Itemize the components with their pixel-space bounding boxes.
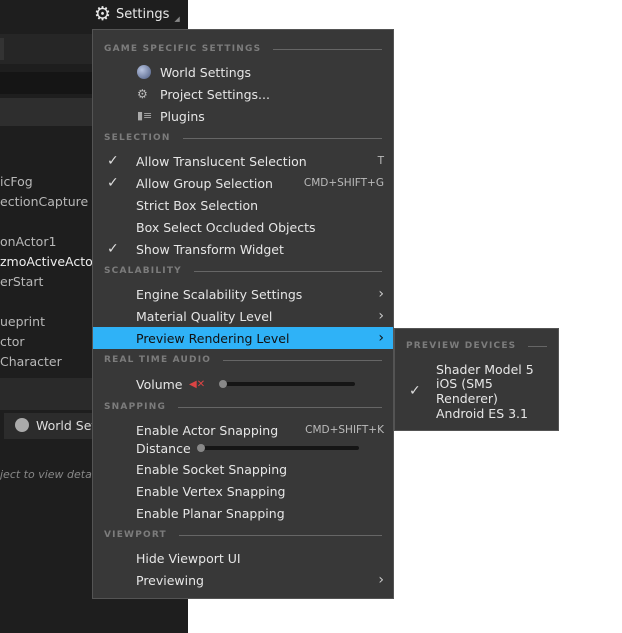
details-tab-label: World Set [36, 418, 97, 433]
section-real-time-audio: REAL TIME AUDIO [104, 354, 382, 366]
outliner-row[interactable]: ueprint [0, 314, 45, 329]
settings-menu: GAME SPECIFIC SETTINGS World Settings ⚙ P… [92, 29, 394, 599]
menu-item-allow-translucent-selection[interactable]: ✓ Allow Translucent Selection T [93, 150, 393, 172]
menu-item-project-settings[interactable]: ⚙ Project Settings... [93, 83, 393, 105]
menu-item-show-transform-widget[interactable]: ✓ Show Transform Widget [93, 238, 393, 260]
menu-item-enable-planar-snapping[interactable]: Enable Planar Snapping [93, 502, 393, 524]
outliner-row[interactable]: ectionCapture [0, 194, 88, 209]
check-icon: ✓ [107, 241, 119, 257]
preview-devices-submenu: PREVIEW DEVICES Shader Model 5 ✓ iOS (SM5… [394, 328, 559, 431]
chevron-right-icon: › [378, 286, 384, 302]
outliner-row[interactable]: zmoActiveActo [0, 254, 93, 269]
submenu-item-ios-sm5[interactable]: ✓ iOS (SM5 Renderer) [395, 376, 558, 406]
outliner-row[interactable]: erStart [0, 274, 43, 289]
menu-item-hide-viewport-ui[interactable]: Hide Viewport UI [93, 547, 393, 569]
section-selection: SELECTION [104, 132, 382, 144]
chevron-right-icon: › [378, 330, 384, 346]
menu-item-volume: Volume ◀✕ [93, 373, 393, 395]
section-viewport: VIEWPORT [104, 529, 382, 541]
chevron-right-icon: › [378, 572, 384, 588]
menu-item-plugins[interactable]: ▮≡ Plugins [93, 105, 393, 127]
volume-slider[interactable] [219, 380, 355, 388]
mute-icon[interactable]: ◀✕ [189, 379, 205, 390]
check-icon: ✓ [107, 175, 119, 191]
plug-icon: ▮≡ [137, 109, 153, 122]
outliner-row[interactable]: onActor1 [0, 234, 56, 249]
outliner-row[interactable]: Character [0, 354, 62, 369]
slider-knob[interactable] [219, 380, 227, 388]
globe-icon [137, 65, 151, 79]
slider-knob[interactable] [197, 444, 205, 452]
menu-item-box-select-occluded[interactable]: Box Select Occluded Objects [93, 216, 393, 238]
menu-item-enable-vertex-snapping[interactable]: Enable Vertex Snapping [93, 480, 393, 502]
outliner-row[interactable]: ctor [0, 334, 25, 349]
menu-item-preview-rendering-level[interactable]: Preview Rendering Level › [93, 327, 393, 349]
details-hint: ject to view details [0, 468, 104, 481]
distance-slider[interactable] [197, 444, 359, 452]
section-snapping: SNAPPING [104, 401, 382, 413]
settings-button[interactable]: ⚙ Settings ◢ [94, 3, 180, 25]
menu-item-previewing[interactable]: Previewing › [93, 569, 393, 591]
menu-item-distance: Distance [93, 438, 393, 458]
chevron-right-icon: › [378, 308, 384, 324]
globe-icon [15, 418, 29, 432]
menu-item-world-settings[interactable]: World Settings [93, 61, 393, 83]
menu-item-allow-group-selection[interactable]: ✓ Allow Group Selection CMD+SHIFT+G [93, 172, 393, 194]
menu-item-strict-box-selection[interactable]: Strict Box Selection [93, 194, 393, 216]
menu-item-engine-scalability[interactable]: Engine Scalability Settings › [93, 283, 393, 305]
project-settings-icon: ⚙ [137, 87, 148, 101]
section-game-specific: GAME SPECIFIC SETTINGS [104, 43, 382, 55]
check-icon: ✓ [107, 153, 119, 169]
outliner-row[interactable]: icFog [0, 174, 33, 189]
section-preview-devices: PREVIEW DEVICES [406, 340, 547, 352]
menu-item-enable-socket-snapping[interactable]: Enable Socket Snapping [93, 458, 393, 480]
settings-label: Settings [116, 6, 170, 22]
gear-icon: ⚙ [94, 3, 112, 25]
submenu-item-android-es31[interactable]: Android ES 3.1 [395, 402, 558, 424]
menu-item-material-quality[interactable]: Material Quality Level › [93, 305, 393, 327]
section-scalability: SCALABILITY [104, 265, 382, 277]
check-icon: ✓ [409, 383, 421, 399]
